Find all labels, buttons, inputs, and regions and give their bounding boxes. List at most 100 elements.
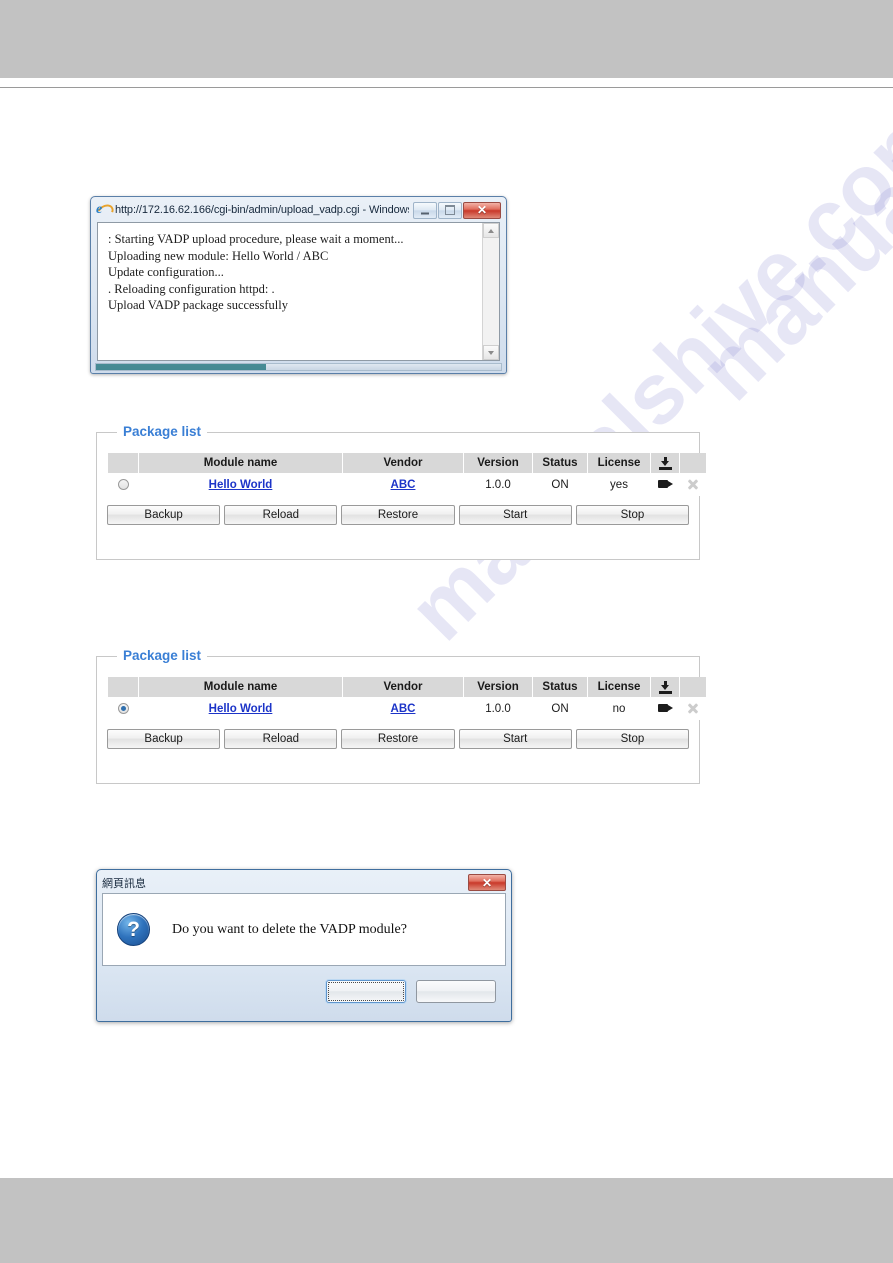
dialog-cancel-button[interactable] bbox=[416, 979, 496, 1003]
delete-icon[interactable] bbox=[687, 478, 699, 490]
th-delete bbox=[680, 453, 706, 473]
dialog-body: ? Do you want to delete the VADP module? bbox=[102, 893, 506, 966]
delete-icon[interactable] bbox=[687, 702, 699, 714]
row-delete-cell[interactable] bbox=[680, 697, 706, 720]
minimize-button[interactable] bbox=[413, 201, 437, 219]
stop-button[interactable]: Stop bbox=[575, 729, 690, 749]
page-header-rule bbox=[0, 87, 893, 88]
package-list-legend: Package list bbox=[117, 424, 208, 439]
camera-icon[interactable] bbox=[657, 479, 673, 489]
log-line: Upload VADP package successfully bbox=[108, 298, 288, 312]
log-line: Update configuration... bbox=[108, 265, 224, 279]
th-select bbox=[108, 453, 138, 473]
package-button-row: Backup Reload Restore Start Stop bbox=[107, 729, 690, 749]
close-glyph: ✕ bbox=[481, 875, 493, 890]
package-table: Module name Vendor Version Status Licens… bbox=[107, 453, 707, 496]
th-version: Version bbox=[464, 677, 532, 697]
upload-window-title: http://172.16.62.166/cgi-bin/admin/uploa… bbox=[115, 204, 409, 216]
row-license: yes bbox=[588, 473, 650, 496]
log-line: Uploading new module: Hello World / ABC bbox=[108, 248, 329, 263]
th-module-name: Module name bbox=[139, 677, 342, 697]
row-license: no bbox=[588, 697, 650, 720]
download-icon[interactable] bbox=[658, 680, 672, 694]
table-header-row: Module name Vendor Version Status Licens… bbox=[108, 677, 706, 697]
row-camera-cell[interactable] bbox=[651, 697, 679, 720]
row-module-name[interactable]: Hello World bbox=[139, 473, 342, 496]
package-list-panel-2: Package list Module name Vendor Version … bbox=[96, 648, 706, 784]
row-radio-button[interactable] bbox=[117, 478, 129, 490]
dialog-window-controls: ✕ bbox=[468, 874, 506, 891]
vertical-scrollbar[interactable] bbox=[482, 223, 499, 360]
start-button[interactable]: Start bbox=[458, 505, 572, 525]
row-camera-cell[interactable] bbox=[651, 473, 679, 496]
download-icon[interactable] bbox=[658, 456, 672, 470]
th-select bbox=[108, 677, 138, 697]
row-radio-cell[interactable] bbox=[108, 473, 138, 496]
ie-favicon-icon: e bbox=[94, 201, 117, 221]
table-row[interactable]: Hello World ABC 1.0.0 ON yes bbox=[108, 473, 706, 496]
restore-button[interactable]: Restore bbox=[341, 729, 455, 749]
package-list-panel-1: Package list Module name Vendor Version … bbox=[96, 424, 706, 560]
scroll-down-icon[interactable] bbox=[483, 345, 499, 360]
upload-window-titlebar[interactable]: e http://172.16.62.166/cgi-bin/admin/upl… bbox=[94, 200, 503, 221]
watermark: manualshive.com manualshive.com bbox=[60, 0, 893, 950]
table-row[interactable]: Hello World ABC 1.0.0 ON no bbox=[108, 697, 706, 720]
th-vendor: Vendor bbox=[343, 677, 463, 697]
row-module-name[interactable]: Hello World bbox=[139, 697, 342, 720]
dialog-footer bbox=[102, 968, 506, 1014]
close-glyph: ✕ bbox=[476, 203, 488, 217]
row-vendor[interactable]: ABC bbox=[343, 697, 463, 720]
row-vendor[interactable]: ABC bbox=[343, 473, 463, 496]
package-table: Module name Vendor Version Status Licens… bbox=[107, 677, 707, 720]
question-icon: ? bbox=[117, 913, 150, 946]
reload-button[interactable]: Reload bbox=[224, 729, 338, 749]
close-icon[interactable]: ✕ bbox=[463, 201, 501, 219]
maximize-button[interactable] bbox=[438, 201, 462, 219]
dialog-close-icon[interactable]: ✕ bbox=[468, 874, 506, 891]
stop-button[interactable]: Stop bbox=[575, 505, 690, 525]
dialog-titlebar[interactable]: 網頁訊息 ✕ bbox=[100, 873, 508, 892]
restore-button[interactable]: Restore bbox=[341, 505, 455, 525]
log-line: . Reloading configuration httpd: . bbox=[108, 281, 275, 296]
th-download[interactable] bbox=[651, 453, 679, 473]
camera-icon[interactable] bbox=[657, 703, 673, 713]
dialog-confirm-button[interactable] bbox=[326, 979, 406, 1003]
th-module-name: Module name bbox=[139, 453, 342, 473]
module-name-link[interactable]: Hello World bbox=[209, 479, 273, 491]
dialog-title: 網頁訊息 bbox=[102, 877, 146, 890]
th-download[interactable] bbox=[651, 677, 679, 697]
reload-button[interactable]: Reload bbox=[224, 505, 338, 525]
package-button-row: Backup Reload Restore Start Stop bbox=[107, 505, 690, 525]
start-button[interactable]: Start bbox=[458, 729, 572, 749]
th-vendor: Vendor bbox=[343, 453, 463, 473]
module-name-link[interactable]: Hello World bbox=[209, 703, 273, 715]
th-status: Status bbox=[533, 453, 587, 473]
row-status: ON bbox=[533, 473, 587, 496]
vendor-link[interactable]: ABC bbox=[391, 479, 416, 491]
upload-window-statusbar bbox=[95, 363, 502, 371]
row-radio-button[interactable] bbox=[117, 702, 129, 714]
page-footer-band bbox=[0, 1178, 893, 1263]
page-header-band bbox=[0, 0, 893, 78]
backup-button[interactable]: Backup bbox=[107, 729, 221, 749]
row-status: ON bbox=[533, 697, 587, 720]
log-line: : Starting VADP upload procedure, please… bbox=[108, 232, 404, 246]
row-delete-cell[interactable] bbox=[680, 473, 706, 496]
th-version: Version bbox=[464, 453, 532, 473]
package-list-legend: Package list bbox=[117, 648, 208, 663]
delete-confirm-dialog[interactable]: 網頁訊息 ✕ ? Do you want to delete the VADP … bbox=[96, 869, 512, 1022]
th-license: License bbox=[588, 453, 650, 473]
th-status: Status bbox=[533, 677, 587, 697]
table-header-row: Module name Vendor Version Status Licens… bbox=[108, 453, 706, 473]
scroll-up-icon[interactable] bbox=[483, 223, 499, 238]
vendor-link[interactable]: ABC bbox=[391, 703, 416, 715]
th-license: License bbox=[588, 677, 650, 697]
row-version: 1.0.0 bbox=[464, 697, 532, 720]
backup-button[interactable]: Backup bbox=[107, 505, 221, 525]
window-controls: ✕ bbox=[413, 201, 501, 219]
th-delete bbox=[680, 677, 706, 697]
upload-result-window[interactable]: e http://172.16.62.166/cgi-bin/admin/upl… bbox=[90, 196, 507, 374]
upload-window-content: : Starting VADP upload procedure, please… bbox=[97, 222, 500, 361]
row-radio-cell[interactable] bbox=[108, 697, 138, 720]
row-version: 1.0.0 bbox=[464, 473, 532, 496]
